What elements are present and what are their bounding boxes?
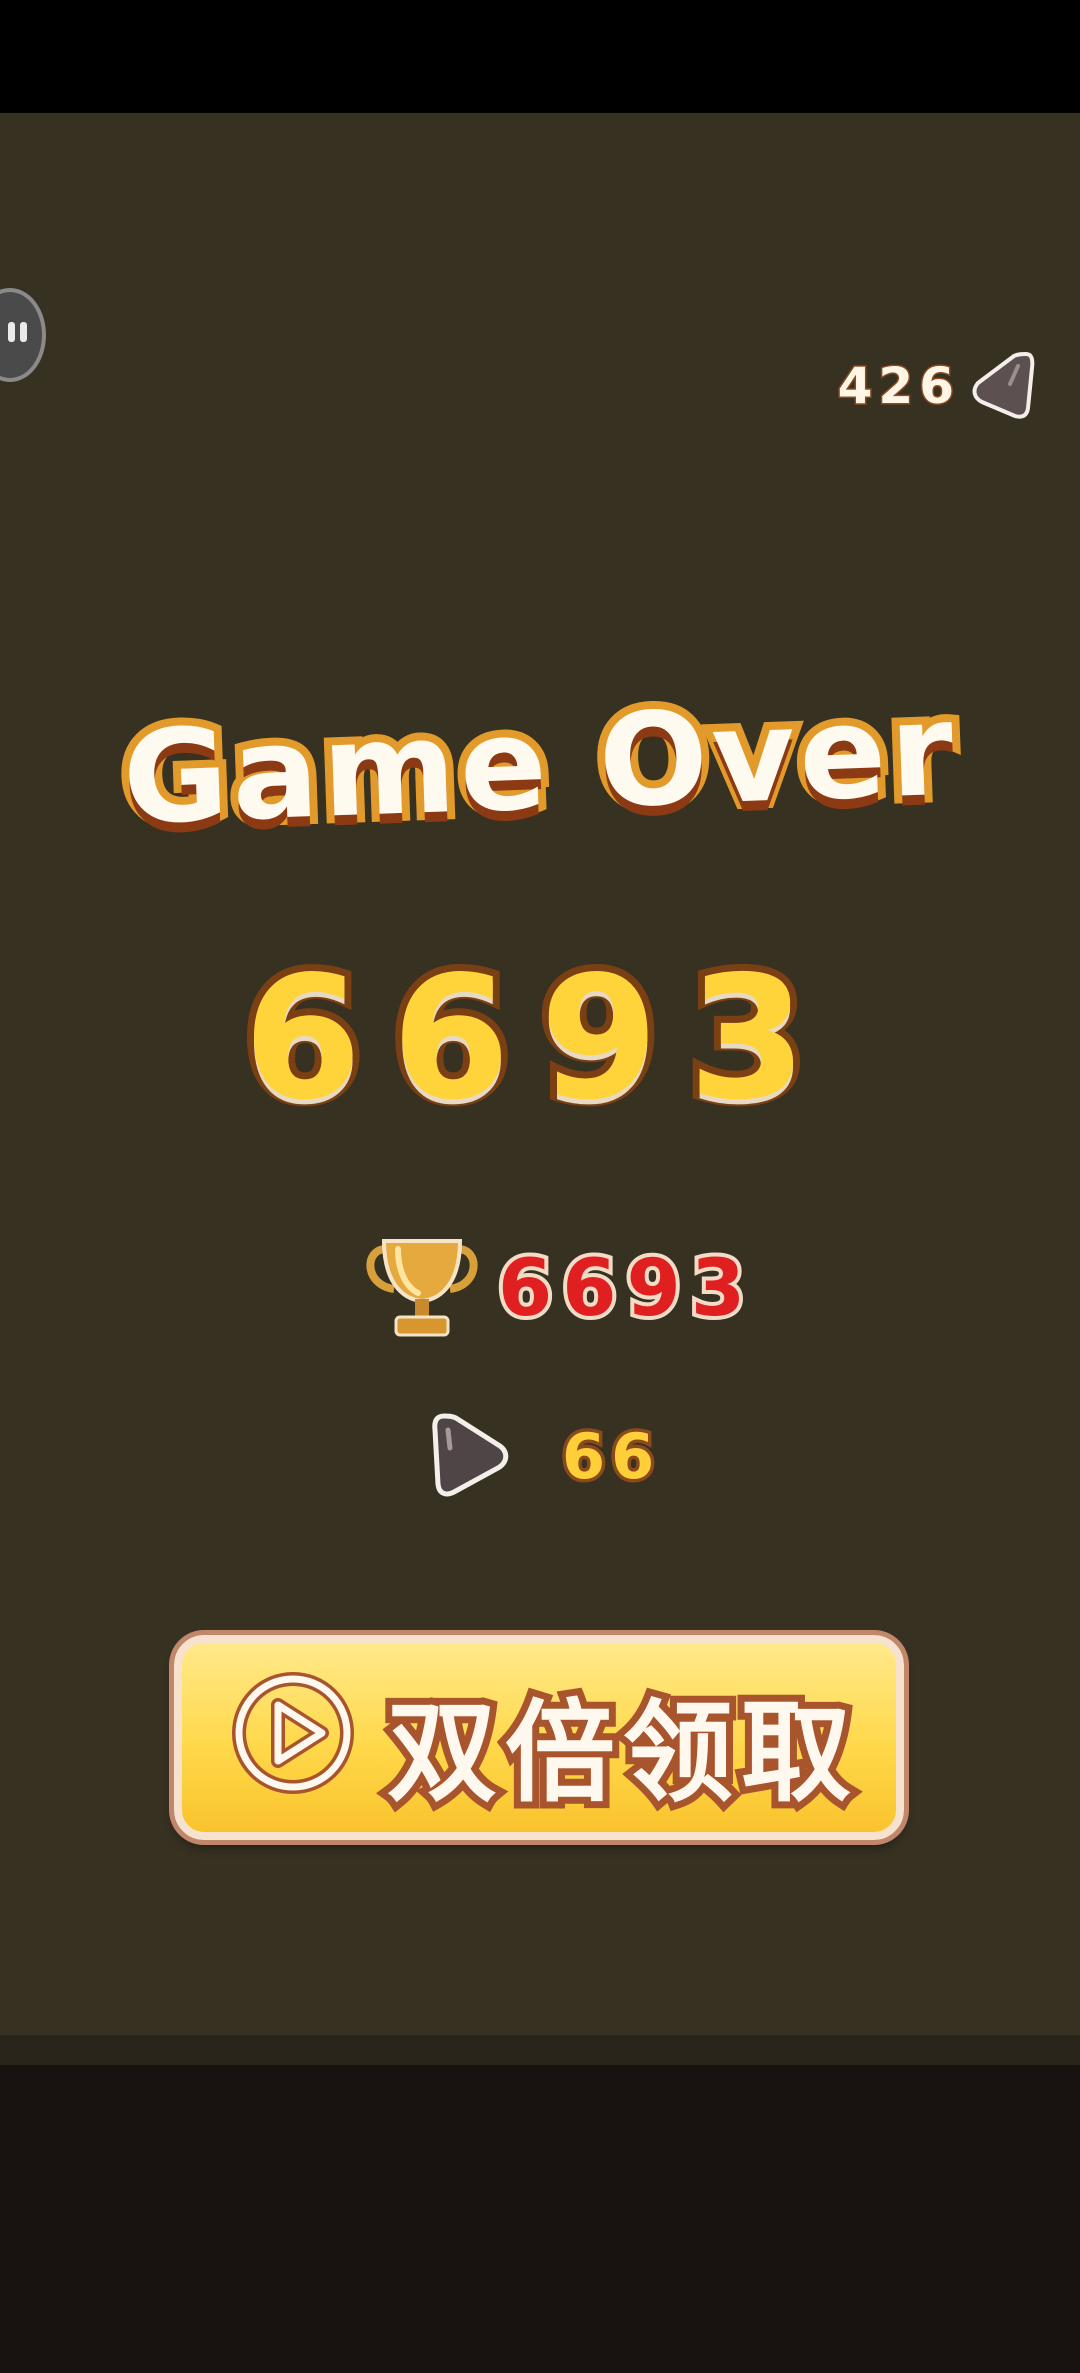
- final-score: 6693: [236, 933, 837, 1145]
- bottom-divider: [0, 2035, 1080, 2065]
- pause-icon: [8, 322, 15, 342]
- reward-amount: 66: [558, 1416, 661, 1496]
- coin-count: 426: [836, 356, 960, 417]
- reward-row: 66: [428, 1410, 660, 1502]
- best-score-value: 6693: [494, 1240, 756, 1338]
- double-reward-button[interactable]: 双倍领取: [174, 1635, 904, 1840]
- double-reward-label: 双倍领取: [380, 1682, 859, 1824]
- best-score-row: 6693: [360, 1235, 755, 1343]
- bottom-area: [0, 2065, 1080, 2373]
- gem-icon: [972, 351, 1035, 419]
- coin-counter: 426: [836, 350, 1036, 422]
- trophy-icon: [366, 1239, 478, 1337]
- play-icon: [232, 1672, 354, 1794]
- gem-icon: [432, 1413, 509, 1497]
- status-bar: [0, 0, 1080, 113]
